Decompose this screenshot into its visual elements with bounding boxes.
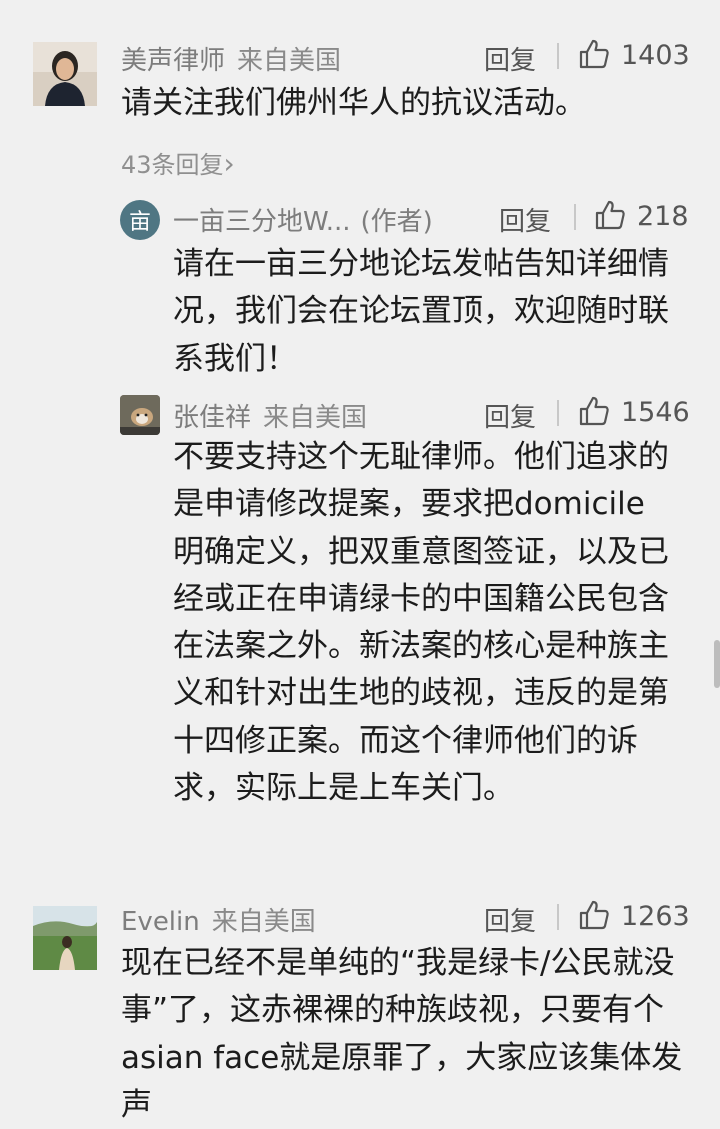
like-count: 1546 — [621, 397, 690, 428]
comment-text: 不要支持这个无耻律师。他们追求的是申请修改提案，要求把domicile明确定义，… — [173, 439, 669, 807]
avatar[interactable] — [33, 42, 97, 106]
avatar[interactable] — [33, 906, 97, 970]
divider — [557, 43, 559, 69]
location-text: 来自美国 — [211, 907, 316, 937]
reply-button[interactable]: 回复 — [484, 901, 536, 938]
reply-button[interactable]: 回复 — [484, 397, 536, 434]
like-count: 1403 — [621, 40, 690, 71]
username-text[interactable]: 美声律师 — [121, 46, 225, 76]
comment-username[interactable]: 张佳祥 来自美国 — [173, 397, 367, 434]
divider — [557, 904, 559, 930]
thumbs-up-icon[interactable] — [578, 395, 610, 427]
chevron-right-icon: › — [223, 147, 235, 180]
author-logo-icon: 亩 — [128, 210, 151, 235]
username-text[interactable]: 一亩三分地W... — [173, 207, 351, 237]
comment-text: 请关注我们佛州华人的抗议活动。 — [121, 85, 586, 121]
comment-username[interactable]: Evelin 来自美国 — [121, 901, 316, 938]
scrollbar[interactable] — [714, 640, 720, 688]
thumbs-up-icon[interactable] — [594, 199, 626, 231]
comment-text: 现在已经不是单纯的“我是绿卡/公民就没事”了，这赤裸裸的种族歧视，只要有个asi… — [121, 945, 683, 1123]
avatar[interactable]: 亩 — [120, 200, 160, 240]
like-count: 218 — [637, 201, 689, 232]
username-text[interactable]: 张佳祥 — [173, 403, 251, 433]
divider — [557, 400, 559, 426]
user-avatar-icon — [33, 42, 97, 106]
like-count: 1263 — [621, 901, 690, 932]
comment-username[interactable]: 美声律师 来自美国 — [121, 40, 341, 77]
user-avatar-icon — [120, 395, 160, 435]
divider — [574, 204, 576, 230]
view-replies-link[interactable]: 43条回复› — [121, 145, 235, 180]
comment-text: 请在一亩三分地论坛发帖告知详细情况，我们会在论坛置顶，欢迎随时联系我们！ — [173, 246, 669, 377]
reply-button[interactable]: 回复 — [499, 201, 551, 238]
thumbs-up-icon[interactable] — [578, 899, 610, 931]
location-text: 来自美国 — [237, 46, 342, 76]
avatar[interactable] — [120, 395, 160, 435]
thumbs-up-icon[interactable] — [578, 38, 610, 70]
username-text[interactable]: Evelin — [121, 907, 200, 937]
user-avatar-icon — [33, 906, 97, 970]
reply-button[interactable]: 回复 — [484, 40, 536, 77]
location-text: 来自美国 — [263, 403, 368, 433]
author-badge: (作者) — [360, 207, 433, 237]
replies-count-text[interactable]: 43条回复 — [121, 151, 224, 179]
comment-username[interactable]: 一亩三分地W... (作者) — [173, 201, 433, 238]
